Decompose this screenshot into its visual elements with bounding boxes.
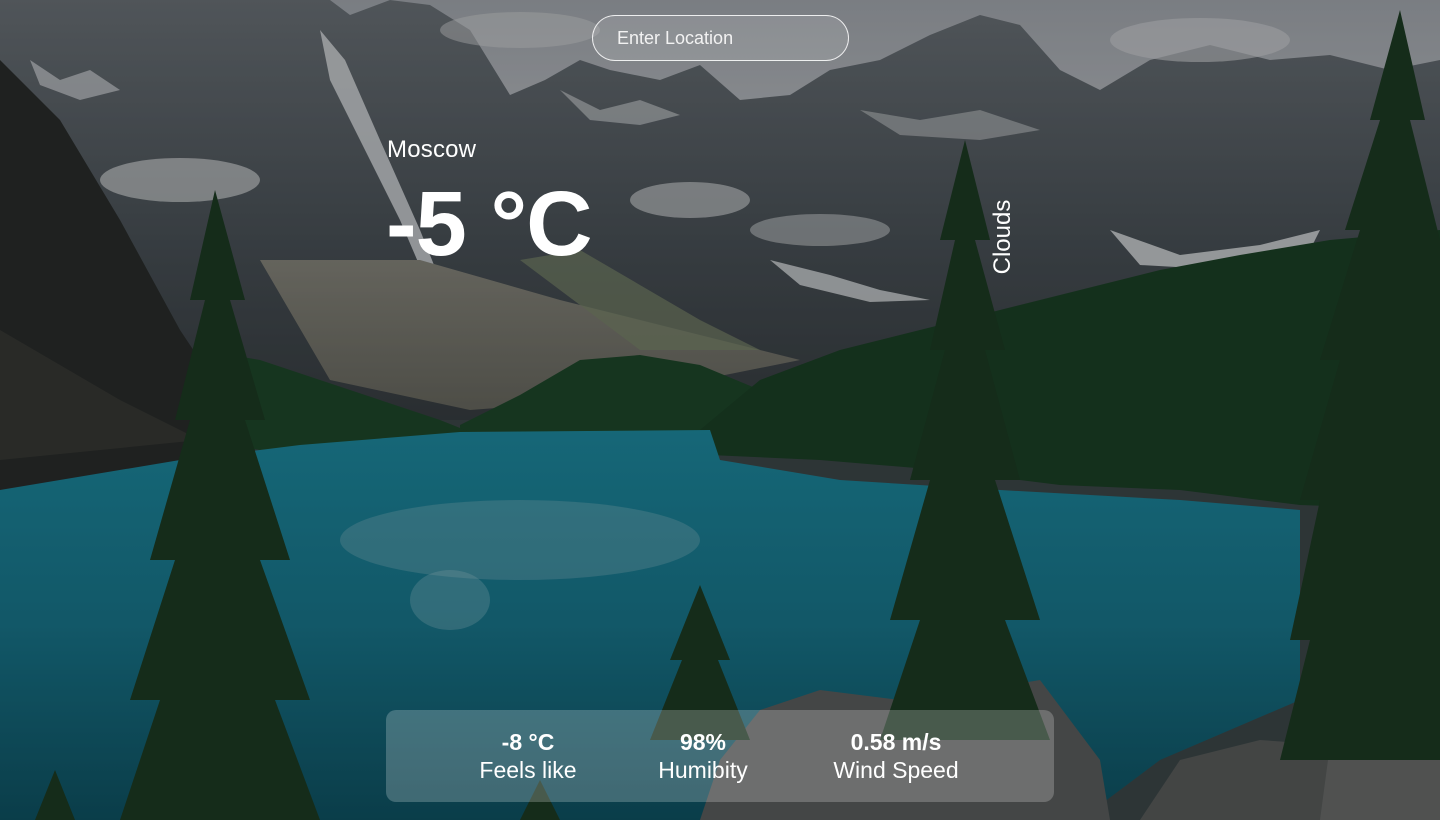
city-name: Moscow: [387, 136, 477, 163]
wind-speed-label: Wind Speed: [833, 757, 959, 783]
weather-stats-panel: -8 °C Feels like 98% Humibity 0.58 m/s W…: [386, 710, 1054, 802]
wind-speed-stat: 0.58 m/s Wind Speed: [833, 728, 958, 784]
background-image: [0, 0, 1440, 820]
weather-condition-label: Clouds: [989, 199, 1016, 275]
humidity-value: 98%: [679, 729, 727, 755]
humidity-stat: 98% Humibity: [658, 728, 747, 784]
feels-like-value: -8 °C: [501, 729, 555, 755]
weather-app: Moscow -5 °C Clouds -8 °C Feels like 98%…: [0, 0, 1440, 820]
wind-speed-value: 0.58 m/s: [850, 729, 942, 755]
feels-like-label: Feels like: [479, 757, 577, 783]
temperature-value: -5 °C: [386, 173, 593, 275]
feels-like-stat: -8 °C Feels like: [479, 728, 576, 784]
humidity-label: Humibity: [658, 757, 748, 783]
location-search-input[interactable]: [592, 15, 849, 61]
